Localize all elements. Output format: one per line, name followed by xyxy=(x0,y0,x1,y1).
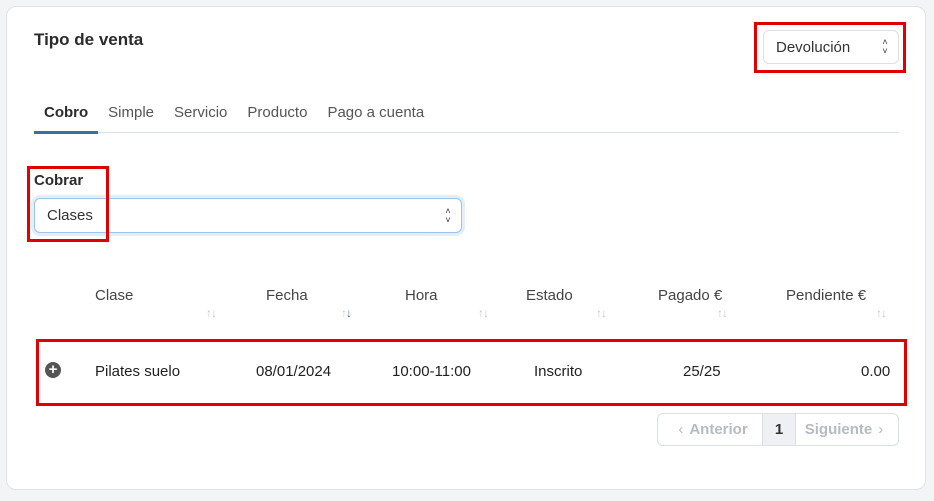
column-header-estado[interactable]: Estado xyxy=(526,287,573,304)
chevron-updown-icon: ˄ ˅ xyxy=(882,37,888,56)
column-header-hora[interactable]: Hora xyxy=(405,287,438,304)
chevron-updown-icon: ˄ ˅ xyxy=(445,206,451,225)
cell-fecha: 08/01/2024 xyxy=(256,363,332,380)
sort-icon[interactable]: ↑↓ xyxy=(717,306,728,320)
tab-producto[interactable]: Producto xyxy=(237,98,317,133)
tab-simple[interactable]: Simple xyxy=(98,98,164,133)
previous-page-button[interactable]: ‹ Anterior xyxy=(658,414,763,445)
previous-label: Anterior xyxy=(689,421,748,438)
page-title: Tipo de venta xyxy=(34,30,144,49)
sale-type-value: Devolución xyxy=(776,38,851,56)
chevron-right-icon: › xyxy=(878,421,884,438)
column-header-clase[interactable]: Clase xyxy=(95,287,133,304)
sale-type-select[interactable]: Devolución ˄ ˅ xyxy=(763,30,899,64)
sort-icon[interactable]: ↑↓ xyxy=(478,306,489,320)
cobrar-label: Cobrar xyxy=(34,172,84,189)
column-header-pendiente[interactable]: Pendiente € xyxy=(786,287,866,304)
tab-cobro[interactable]: Cobro xyxy=(34,98,99,134)
cell-clase: Pilates suelo xyxy=(95,363,181,380)
sort-icon[interactable]: ↑↓ xyxy=(596,306,607,320)
cobrar-value: Clases xyxy=(47,207,93,224)
cell-pagado: 25/25 xyxy=(683,363,721,380)
page-1-button[interactable]: 1 xyxy=(763,414,796,445)
cobrar-select[interactable]: Clases ˄ ˅ xyxy=(34,198,462,233)
next-page-button[interactable]: Siguiente › xyxy=(796,414,898,445)
chevron-left-icon: ‹ xyxy=(678,421,684,438)
next-label: Siguiente xyxy=(804,421,873,438)
sort-desc-icon[interactable]: ↑↓ xyxy=(341,306,352,320)
pagination: ‹ Anterior 1 Siguiente › xyxy=(657,413,899,446)
sale-tabs: Cobro Simple Servicio Producto Pago a cu… xyxy=(34,98,899,134)
column-header-pagado[interactable]: Pagado € xyxy=(658,287,722,304)
cell-estado: Inscrito xyxy=(534,363,583,380)
cell-pendiente: 0.00 xyxy=(861,363,891,380)
column-header-fecha[interactable]: Fecha xyxy=(266,287,308,304)
expand-row-plus-icon[interactable]: + xyxy=(45,362,61,378)
tab-servicio[interactable]: Servicio xyxy=(164,98,237,133)
tab-pago-a-cuenta[interactable]: Pago a cuenta xyxy=(317,98,434,133)
sort-icon[interactable]: ↑↓ xyxy=(206,306,217,320)
cell-hora: 10:00-11:00 xyxy=(392,363,471,380)
sort-icon[interactable]: ↑↓ xyxy=(876,306,887,320)
